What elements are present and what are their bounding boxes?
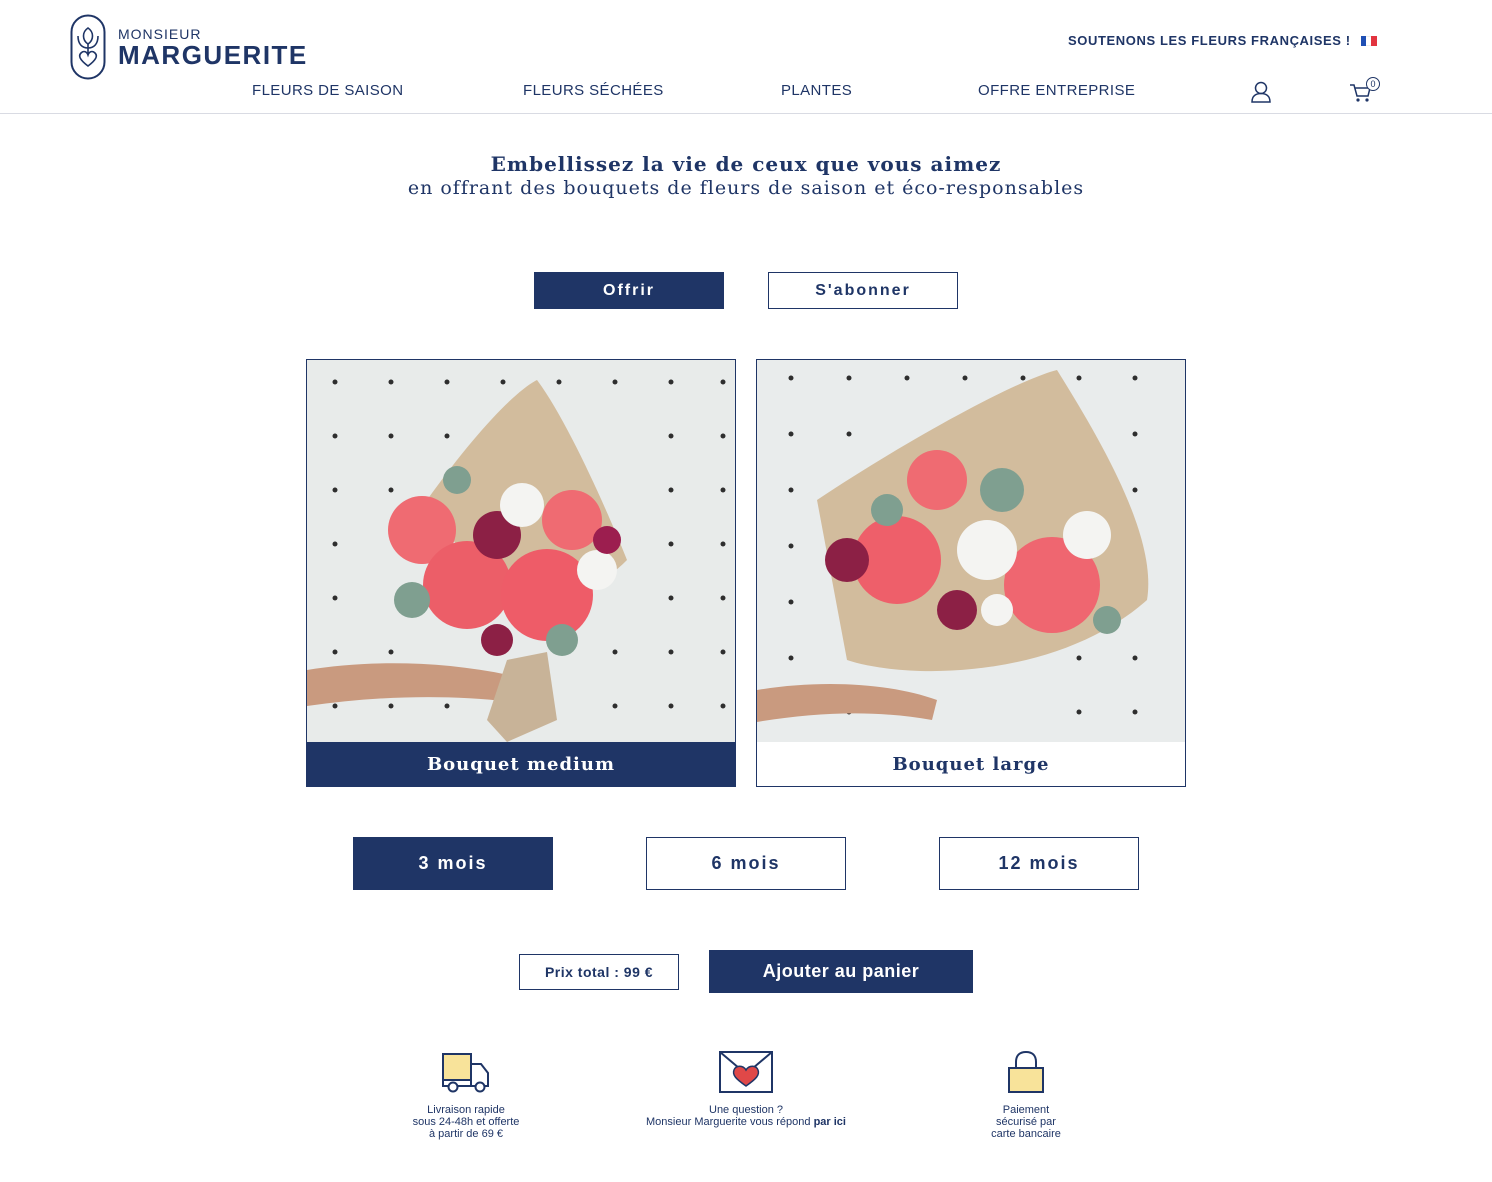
user-account-icon[interactable]	[1250, 80, 1272, 104]
page-subheadline: en offrant des bouquets de fleurs de sai…	[407, 177, 1085, 199]
feature-payment-line-3: carte bancaire	[991, 1128, 1061, 1140]
header-tagline: SOUTENONS LES FLEURS FRANÇAISES !	[1068, 33, 1377, 48]
site-header: MONSIEUR MARGUERITE SOUTENONS LES FLEURS…	[0, 0, 1492, 114]
feature-contact-line-2: Monsieur Marguerite vous répond par ici	[616, 1116, 876, 1128]
brand-name-text: MARGUERITE	[118, 40, 308, 70]
duration-6-months-button[interactable]: 6 mois	[646, 837, 846, 890]
bouquet-medium-image	[307, 360, 735, 742]
lock-icon	[1008, 1050, 1044, 1093]
feature-payment: Paiement sécurisé par carte bancaire	[966, 1050, 1086, 1140]
tagline-text: SOUTENONS LES FLEURS FRANÇAISES !	[1068, 33, 1351, 48]
bouquet-medium-label: Bouquet medium	[307, 742, 735, 786]
contact-par-ici-link[interactable]: par ici	[814, 1116, 846, 1128]
feature-payment-line-1: Paiement	[1002, 1104, 1050, 1116]
feature-delivery: Livraison rapide sous 24-48h et offerte …	[386, 1050, 546, 1140]
nav-offre-entreprise[interactable]: OFFRE ENTREPRISE	[978, 82, 1135, 99]
offrir-button[interactable]: Offrir	[534, 272, 724, 309]
truck-icon	[442, 1053, 489, 1093]
heart-envelope-icon	[719, 1051, 773, 1093]
duration-3-months-button[interactable]: 3 mois	[353, 837, 553, 890]
add-to-cart-button[interactable]: Ajouter au panier	[709, 950, 973, 993]
nav-fleurs-sechees[interactable]: FLEURS SÉCHÉES	[523, 82, 664, 99]
flower-logo-icon	[70, 14, 106, 80]
page-headline: Embellissez la vie de ceux que vous aime…	[490, 152, 1002, 176]
brand-logo[interactable]: MONSIEUR MARGUERITE	[70, 14, 308, 80]
brand-top-text: MONSIEUR	[118, 26, 202, 42]
bouquet-card-large[interactable]: Bouquet large	[756, 359, 1186, 787]
feature-payment-line-2: sécurisé par	[996, 1116, 1056, 1128]
brand-wordmark: MONSIEUR MARGUERITE	[118, 25, 308, 69]
bouquet-card-medium[interactable]: Bouquet medium	[306, 359, 736, 787]
total-price-display: Prix total : 99 €	[519, 954, 679, 990]
feature-contact: Une question ? Monsieur Marguerite vous …	[616, 1050, 876, 1128]
feature-delivery-line-1: Livraison rapide	[427, 1104, 505, 1116]
sabonner-button[interactable]: S'abonner	[768, 272, 958, 309]
nav-plantes[interactable]: PLANTES	[781, 82, 852, 99]
duration-12-months-button[interactable]: 12 mois	[939, 837, 1139, 890]
feature-delivery-line-2: sous 24-48h et offerte	[412, 1116, 520, 1128]
bouquet-large-image	[757, 360, 1185, 742]
nav-fleurs-de-saison[interactable]: FLEURS DE SAISON	[252, 82, 403, 99]
cart-count-badge: 0	[1366, 77, 1380, 91]
feature-contact-line-1: Une question ?	[709, 1104, 783, 1116]
feature-delivery-line-3: à partir de 69 €	[429, 1128, 503, 1140]
french-flag-icon	[1360, 35, 1377, 46]
feature-contact-line-2-text: Monsieur Marguerite vous répond	[646, 1116, 811, 1128]
bouquet-large-label: Bouquet large	[757, 742, 1185, 786]
